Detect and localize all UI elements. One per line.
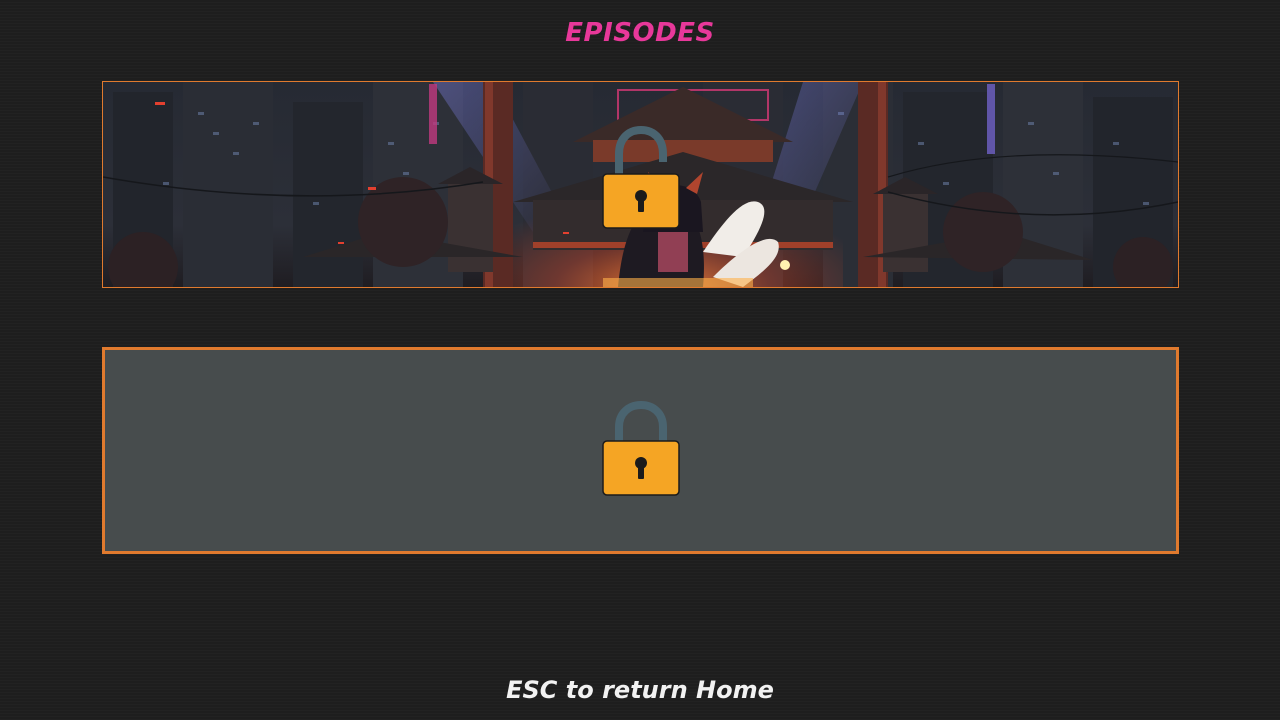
page-title: EPISODES: [565, 18, 715, 48]
episode-card-2[interactable]: [102, 347, 1179, 554]
return-home-hint: ESC to return Home: [506, 676, 774, 704]
lock-open-icon: [601, 126, 680, 229]
episode-card-1[interactable]: [102, 81, 1179, 288]
lock-closed-icon: [601, 401, 680, 496]
